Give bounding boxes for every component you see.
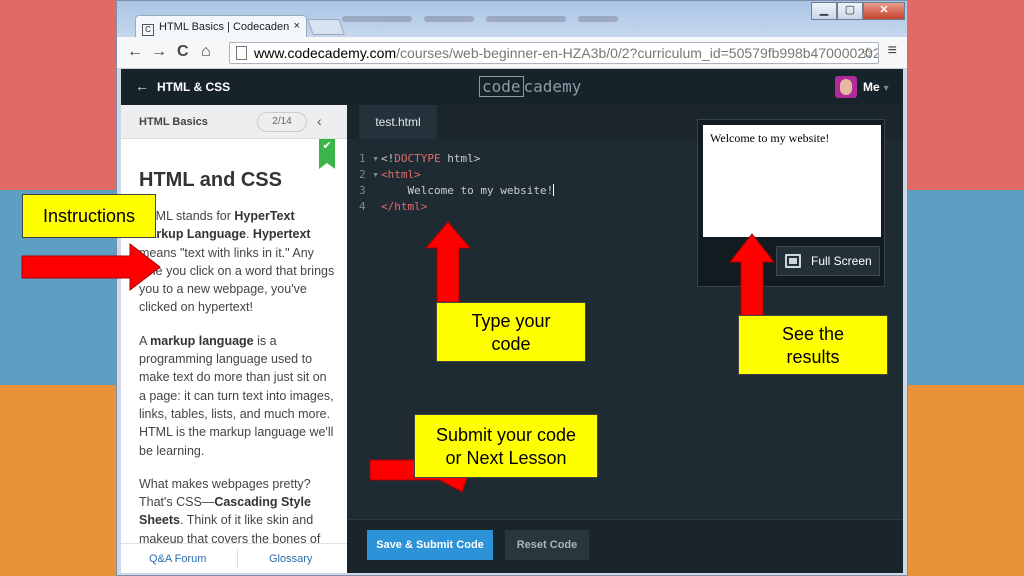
see-results-arrow [728, 233, 776, 317]
callout-line: results [786, 347, 840, 367]
see-results-callout: See the results [738, 315, 888, 375]
callout-line: Type your [471, 311, 551, 331]
annotation-arrows [21, 221, 776, 493]
submit-callout: Submit your code or Next Lesson [414, 414, 598, 478]
type-code-callout: Type your code [436, 302, 586, 362]
callout-line: or Next Lesson [445, 448, 567, 468]
callout-line: code [491, 334, 531, 354]
callout-line: Submit your code [435, 425, 577, 445]
type-code-arrow [424, 221, 472, 303]
instructions-callout: Instructions [22, 194, 156, 238]
callout-line: See the [781, 324, 845, 344]
instructions-arrow [21, 242, 161, 292]
